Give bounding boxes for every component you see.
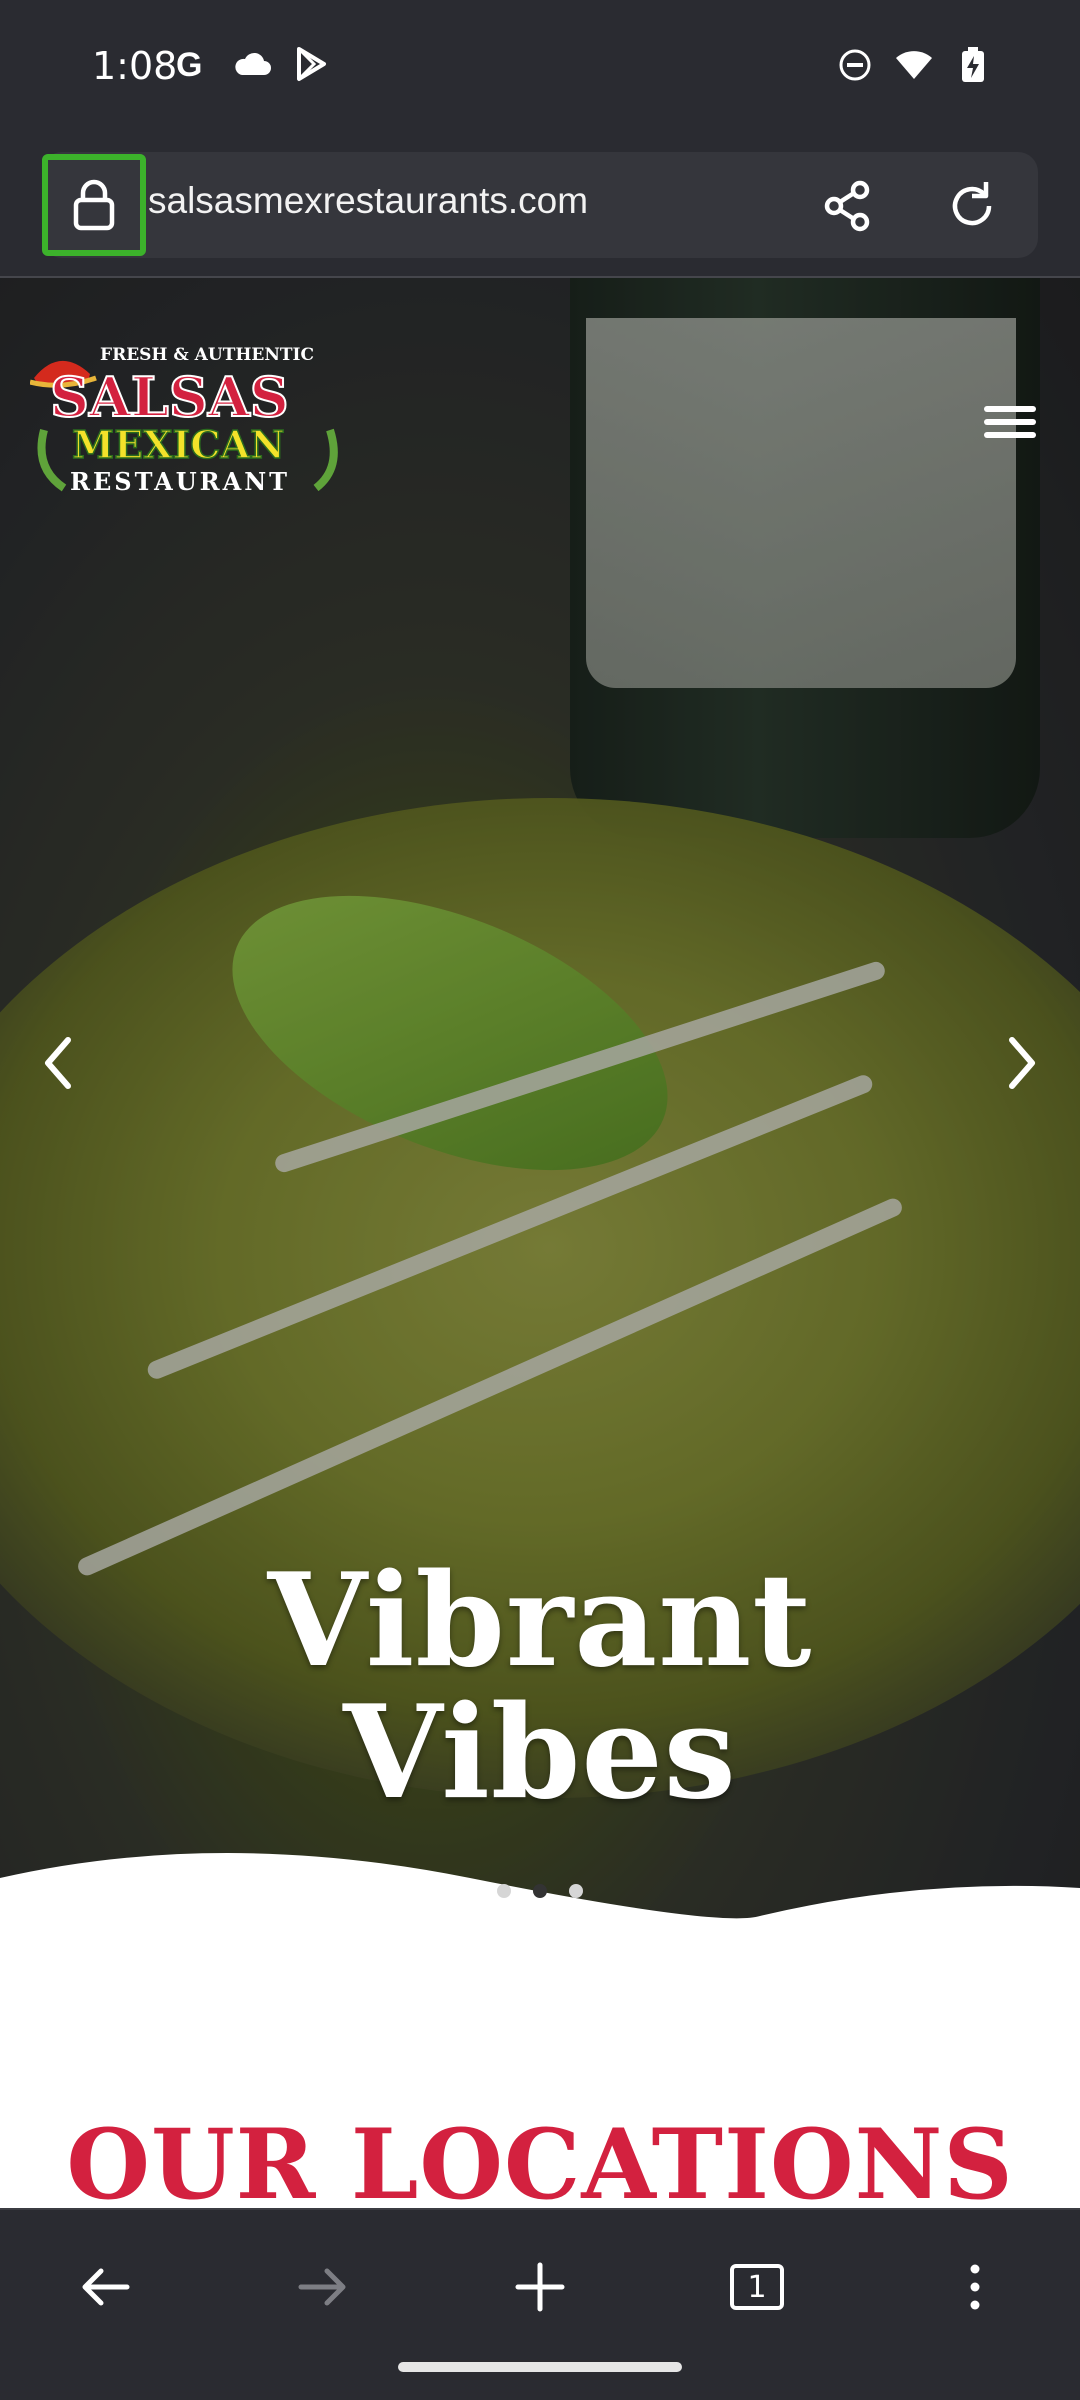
- share-icon: [824, 180, 870, 232]
- chevron-left-icon: [45, 1037, 71, 1089]
- logo-tagline: FRESH & AUTHENTIC: [100, 345, 314, 365]
- battery-charging-icon: [962, 47, 984, 82]
- reload-icon: [952, 182, 992, 226]
- carousel-next-button[interactable]: [1002, 1028, 1042, 1098]
- url-text[interactable]: salsasmexrestaurants.com: [148, 180, 588, 222]
- logo-name-line2: MEXICAN: [72, 422, 285, 467]
- share-button[interactable]: [818, 176, 878, 236]
- forward-button[interactable]: [288, 2252, 358, 2322]
- carousel-dot[interactable]: [497, 1884, 511, 1898]
- more-vert-icon: [970, 2264, 980, 2310]
- do-not-disturb-icon: [839, 49, 871, 81]
- new-tab-button[interactable]: [505, 2252, 575, 2322]
- url-bar[interactable]: salsasmexrestaurants.com: [42, 152, 1038, 258]
- hero-title-line2: Vibes: [343, 1678, 737, 1828]
- status-bar: 1:08 G: [0, 0, 1080, 140]
- logo-name-line3: RESTAURANT: [70, 467, 290, 496]
- google-icon: G: [176, 46, 202, 82]
- plus-icon: [515, 2262, 565, 2312]
- back-button[interactable]: [70, 2252, 140, 2322]
- home-indicator[interactable]: [398, 2362, 682, 2372]
- hero-title-line1: Vibrant: [267, 1546, 813, 1696]
- hamburger-menu-button[interactable]: [982, 394, 1038, 450]
- back-arrow-icon: [82, 2268, 130, 2306]
- reload-button[interactable]: [942, 176, 1002, 236]
- carousel-prev-button[interactable]: [38, 1028, 78, 1098]
- cloud-icon: [235, 52, 271, 75]
- carousel-dot[interactable]: [569, 1884, 583, 1898]
- carousel-dot-active[interactable]: [533, 1884, 547, 1898]
- wifi-icon: [896, 51, 932, 79]
- logo-name-line1: SALSAS: [50, 365, 289, 429]
- status-icons-left: G: [174, 46, 328, 82]
- lock-icon: [73, 179, 115, 231]
- tab-count: 1: [747, 2269, 767, 2305]
- status-time: 1:08: [92, 44, 178, 88]
- locations-heading: OUR LOCATIONS: [66, 2108, 1014, 2208]
- hamburger-menu-icon: [984, 406, 1036, 438]
- page-content: OUR LOCATIONS: [0, 1938, 1080, 2208]
- chevron-right-icon: [1009, 1037, 1035, 1089]
- svg-text:G: G: [176, 46, 202, 82]
- carousel-dots: [0, 1884, 1080, 1898]
- status-icons-right: [838, 46, 990, 84]
- play-store-icon: [297, 47, 326, 81]
- site-info-button[interactable]: [42, 154, 146, 256]
- more-options-button[interactable]: [940, 2252, 1010, 2322]
- restaurant-logo[interactable]: FRESH & AUTHENTIC SALSAS MEXICAN RESTAUR…: [30, 338, 360, 498]
- tab-switcher-button[interactable]: 1: [722, 2252, 792, 2322]
- forward-arrow-icon: [298, 2268, 346, 2306]
- hero-carousel[interactable]: FRESH & AUTHENTIC SALSAS MEXICAN RESTAUR…: [0, 278, 1080, 1938]
